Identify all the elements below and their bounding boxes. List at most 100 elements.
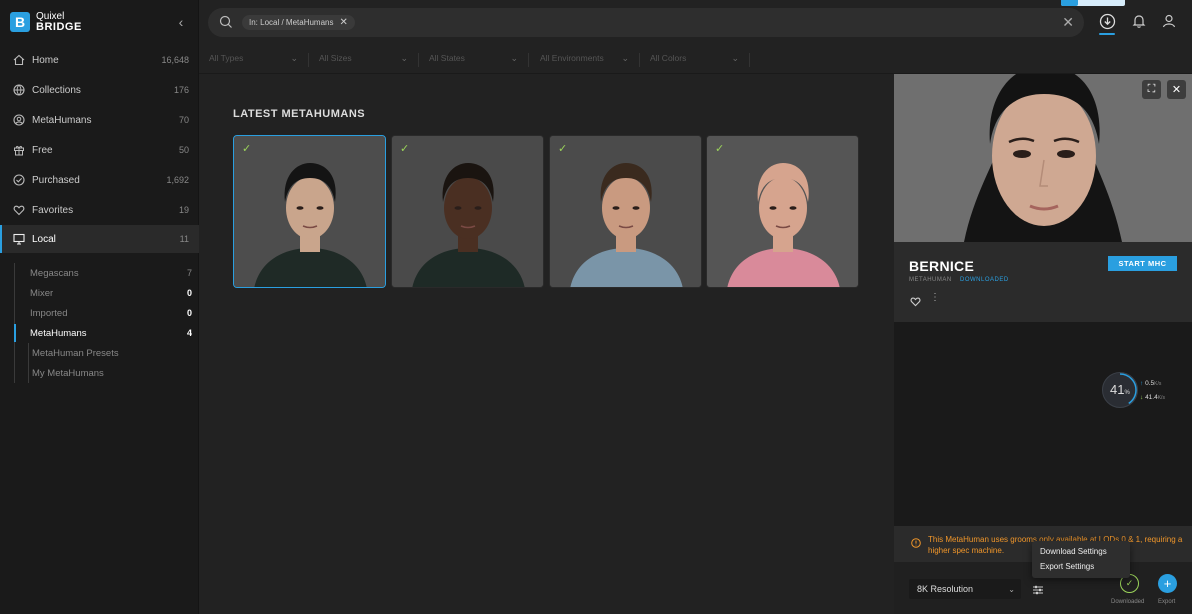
subitem-count: 7 [186, 268, 192, 278]
subitem-label: Mixer [30, 287, 54, 299]
portrait-image [707, 136, 858, 287]
asset-type: METAHUMAN [909, 277, 952, 283]
sidebar-item-label: Free [32, 144, 53, 156]
download-progress-underline [1099, 33, 1115, 35]
expand-icon[interactable]: ⛶ [1142, 80, 1161, 99]
sidebar-item-free[interactable]: Free 50 [0, 136, 199, 164]
filter-label: All Colors [650, 53, 687, 63]
download-rate-unit: K/s [1157, 395, 1165, 401]
sidebar-subitem-mixer[interactable]: Mixer 0 [15, 284, 192, 302]
sidebar-item-label: Local [32, 233, 56, 245]
chip-close-icon[interactable]: ✕ [339, 17, 347, 28]
sidebar-subitem-my-metahumans[interactable]: My MetaHumans [29, 364, 169, 382]
filter-label: All Sizes [319, 53, 352, 63]
logo[interactable]: B Quixel BRIDGE [10, 12, 82, 33]
filter-colors[interactable]: All Colors ⌄ [650, 53, 750, 67]
download-arrow-icon: ↓ [1140, 394, 1144, 401]
sidebar: B Quixel BRIDGE ‹ Home 16,648 Collection… [0, 0, 199, 614]
search-bar[interactable]: In: Local / MetaHumans ✕ ✕ [208, 8, 1084, 37]
check-circle-icon [12, 173, 26, 187]
user-circle-icon [12, 113, 26, 127]
upload-arrow-icon: ↑ [1140, 380, 1144, 387]
chevron-down-icon: ⌄ [400, 53, 408, 63]
clear-search-icon[interactable]: ✕ [1062, 14, 1074, 31]
sidebar-item-count: 176 [173, 85, 189, 95]
transfer-rates: ↑ 0.5K/s ↓ 41.4K/s [1140, 377, 1165, 405]
downloaded-label: Downloaded [1111, 599, 1145, 605]
sidebar-item-local[interactable]: Local 11 [0, 225, 199, 253]
metahuman-card-4[interactable]: ✓ [706, 135, 859, 288]
collapse-sidebar-icon[interactable]: ‹ [172, 14, 190, 32]
menu-item-download-settings[interactable]: Download Settings [1040, 547, 1107, 556]
filter-label: All States [429, 53, 465, 63]
settings-sliders-icon[interactable] [1032, 583, 1044, 595]
asset-status: DOWNLOADED [960, 277, 1009, 283]
sidebar-item-favorites[interactable]: Favorites 19 [0, 196, 199, 224]
progress-unit: % [1124, 390, 1130, 396]
subitem-count: 0 [186, 288, 192, 298]
sidebar-item-count: 11 [179, 234, 189, 244]
portrait-image [234, 136, 385, 287]
sidebar-item-purchased[interactable]: Purchased 1,692 [0, 166, 199, 194]
notification-pill-icon [1061, 0, 1078, 6]
upload-rate-unit: K/s [1154, 381, 1162, 387]
heart-icon [12, 203, 26, 217]
subitem-label: Imported [30, 307, 68, 319]
home-icon [12, 53, 26, 67]
metahuman-card-1[interactable]: ✓ [233, 135, 386, 288]
search-icon [219, 15, 233, 29]
filter-states[interactable]: All States ⌄ [429, 53, 529, 67]
close-panel-icon[interactable]: ✕ [1167, 80, 1186, 99]
info-icon [911, 535, 921, 548]
user-icon[interactable] [1161, 13, 1179, 31]
globe-icon [12, 83, 26, 97]
check-icon: ✓ [400, 143, 410, 155]
metahumans-subtree: MetaHuman Presets My MetaHumans [28, 343, 119, 383]
monitor-icon [12, 232, 26, 246]
sidebar-item-collections[interactable]: Collections 176 [0, 76, 199, 104]
sidebar-subitem-metahuman-presets[interactable]: MetaHuman Presets [29, 344, 169, 362]
progress-percent: 41 [1110, 382, 1125, 397]
sidebar-item-label: Purchased [32, 174, 80, 186]
sidebar-item-home[interactable]: Home 16,648 [0, 46, 199, 74]
sidebar-item-count: 50 [178, 145, 189, 155]
chevron-down-icon: ⌄ [731, 53, 739, 63]
sidebar-item-count: 19 [178, 205, 189, 215]
menu-item-export-settings[interactable]: Export Settings [1040, 562, 1094, 571]
sidebar-subitem-metahumans[interactable]: MetaHumans 4 [14, 324, 192, 342]
download-progress-gauge: 41% [1102, 372, 1138, 408]
download-icon[interactable] [1099, 13, 1117, 31]
portrait-image [550, 136, 701, 287]
filter-sizes[interactable]: All Sizes ⌄ [319, 53, 419, 67]
filter-environments[interactable]: All Environments ⌄ [540, 53, 640, 67]
subitem-count: 4 [186, 328, 192, 338]
check-icon: ✓ [242, 143, 252, 155]
sidebar-item-metahumans[interactable]: MetaHumans 70 [0, 106, 199, 134]
sidebar-subitem-imported[interactable]: Imported 0 [15, 304, 192, 322]
start-mhc-button[interactable]: START MHC [1108, 256, 1177, 271]
metahuman-card-2[interactable]: ✓ [391, 135, 544, 288]
search-filter-chip[interactable]: In: Local / MetaHumans ✕ [242, 15, 355, 30]
detail-panel: ⛶ ✕ BERNICE METAHUMAN DOWNLOADED START M… [894, 74, 1192, 614]
settings-menu: Download Settings Export Settings [1032, 541, 1130, 578]
resolution-select[interactable]: 8K Resolution ⌄ [909, 579, 1021, 599]
asset-name: BERNICE [909, 258, 975, 274]
sidebar-item-count: 1,692 [166, 175, 189, 185]
sidebar-subitem-megascans[interactable]: Megascans 7 [15, 264, 192, 282]
subitem-label: MetaHumans [30, 327, 87, 339]
sidebar-item-label: Favorites [32, 204, 74, 216]
export-button[interactable]: + [1158, 574, 1177, 593]
portrait-image [392, 136, 543, 287]
bell-icon[interactable] [1131, 13, 1149, 31]
chevron-down-icon: ⌄ [1008, 584, 1015, 594]
filter-label: All Types [209, 53, 244, 63]
more-options-icon[interactable]: ⋮ [930, 292, 940, 303]
favorite-heart-icon[interactable] [910, 294, 921, 307]
sidebar-item-label: MetaHumans [32, 114, 92, 126]
gift-icon [12, 143, 26, 157]
resolution-value: 8K Resolution [917, 584, 974, 594]
metahuman-card-3[interactable]: ✓ [549, 135, 702, 288]
filter-types[interactable]: All Types ⌄ [209, 53, 309, 67]
app: B Quixel BRIDGE ‹ Home 16,648 Collection… [0, 0, 1192, 614]
filter-bar: All Types ⌄ All Sizes ⌄ All States ⌄ All En… [199, 44, 1192, 74]
